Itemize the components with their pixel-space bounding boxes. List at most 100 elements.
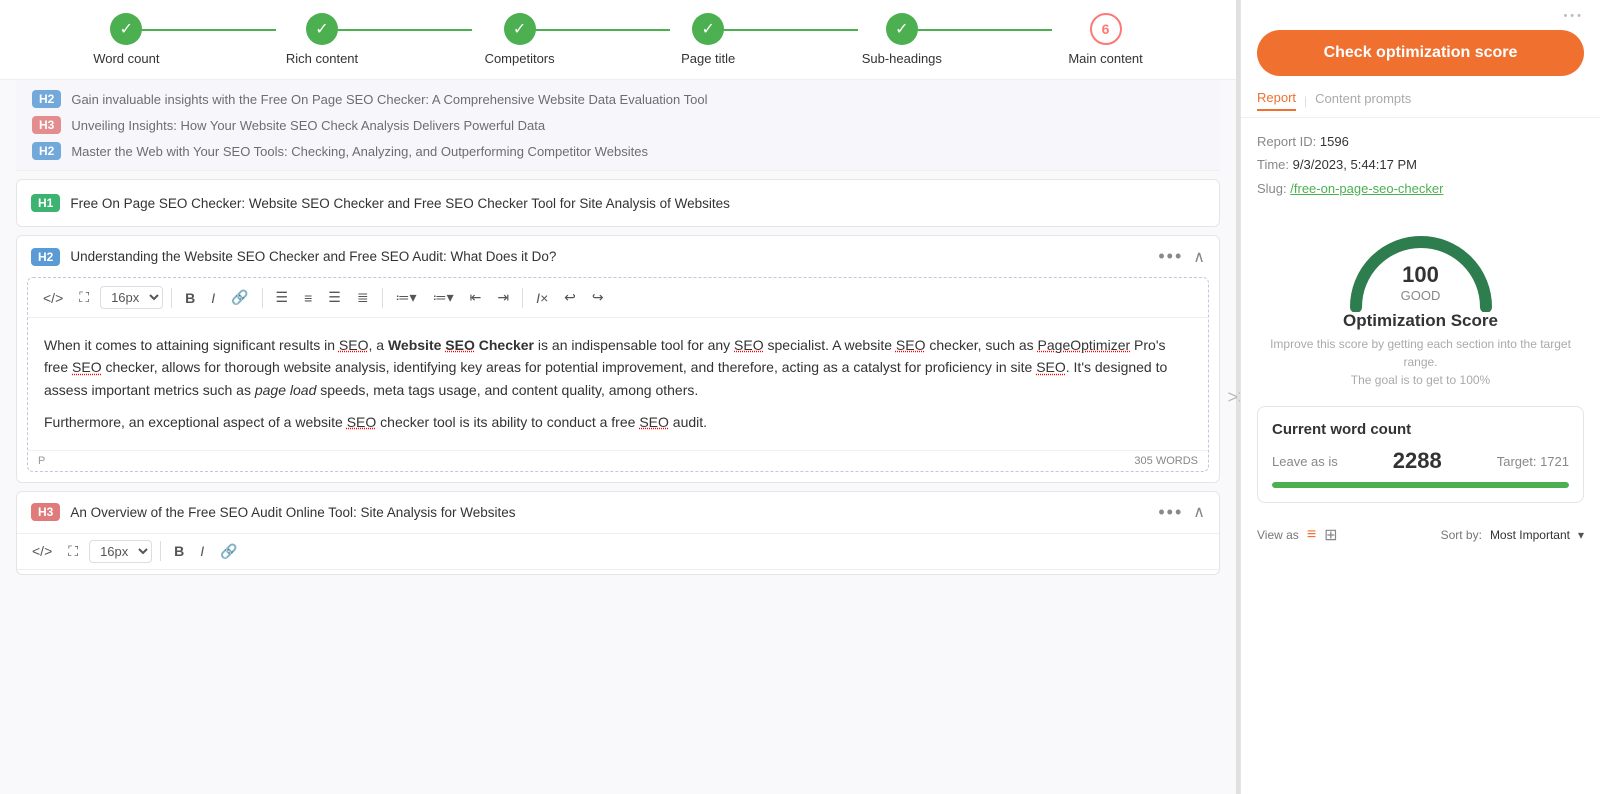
- report-slug-label: Slug:: [1257, 181, 1287, 196]
- tag-h3: H3: [32, 116, 61, 134]
- step-label-rich-content: Rich content: [286, 51, 358, 66]
- toolbar-sep-3: [382, 288, 383, 308]
- toolbar-align-right[interactable]: ☰: [323, 286, 346, 309]
- heading-item-h1: H1 Free On Page SEO Checker: Website SEO…: [16, 179, 1220, 227]
- toolbar-redo[interactable]: ↪: [587, 286, 609, 309]
- h3-dots-icon[interactable]: •••: [1158, 502, 1183, 523]
- h1-heading-text: Free On Page SEO Checker: Website SEO Ch…: [70, 196, 1205, 211]
- tag-h1: H1: [31, 194, 60, 212]
- word-count-badge: 305 WORDS: [1134, 455, 1198, 467]
- wc-bar-fill: [1272, 482, 1569, 488]
- toolbar-expand-btn[interactable]: ⛶: [74, 286, 94, 309]
- step-circle-rich-content: ✓: [306, 13, 338, 45]
- toolbar-sep-2: [262, 288, 263, 308]
- step-sub-headings[interactable]: ✓ Sub-headings: [862, 13, 942, 66]
- heading-item-h2-1: H2 Gain invaluable insights with the Fre…: [16, 80, 1220, 171]
- seo-keyword-1: SEO: [339, 337, 369, 353]
- view-sort-row: View as ≡ ⊞ Sort by: Most Important ▾: [1241, 515, 1600, 555]
- wc-current: 2288: [1393, 448, 1442, 474]
- toolbar-align-justify[interactable]: ≣: [352, 286, 374, 309]
- tag-h2-active: H2: [31, 248, 60, 266]
- toolbar-code-btn[interactable]: </>: [38, 287, 68, 309]
- toolbar2-code[interactable]: </>: [27, 540, 57, 562]
- step-competitors[interactable]: ✓ Competitors: [485, 13, 555, 66]
- paragraph-tag: P: [38, 455, 45, 467]
- toolbar-italic[interactable]: I: [206, 287, 220, 309]
- heading-item-h2-active: H2 Understanding the Website SEO Checker…: [16, 235, 1220, 483]
- step-circle-page-title: ✓: [692, 13, 724, 45]
- tab-content-prompts[interactable]: Content prompts: [1315, 91, 1411, 110]
- toolbar2-sep: [160, 541, 161, 561]
- toolbar-ordered-list[interactable]: ≔▾: [391, 286, 422, 309]
- toolbar2-expand[interactable]: ⛶: [63, 540, 83, 563]
- report-id-value: 1596: [1320, 134, 1349, 149]
- toolbar-sep-4: [522, 288, 523, 308]
- wc-bar: [1272, 482, 1569, 488]
- panel-dots[interactable]: •••: [1563, 10, 1584, 22]
- sort-label: Sort by:: [1441, 528, 1482, 542]
- tag-h3-2: H3: [31, 503, 60, 521]
- report-time-label: Time:: [1257, 157, 1289, 172]
- grid-view-icon[interactable]: ⊞: [1324, 525, 1337, 545]
- editor-wrapper: </> ⛶ 16px B I 🔗 ☰ ≡ ☰ ≣ ≔▾ ≔▾: [27, 277, 1209, 472]
- h2-active-text: Understanding the Website SEO Checker an…: [70, 249, 1148, 264]
- step-label-competitors: Competitors: [485, 51, 555, 66]
- toolbar-sep-1: [171, 288, 172, 308]
- toolbar2-link[interactable]: 🔗: [215, 540, 242, 563]
- check-optimization-btn[interactable]: Check optimization score: [1257, 30, 1584, 76]
- sort-value[interactable]: Most Important: [1490, 528, 1570, 542]
- toolbar2-bold[interactable]: B: [169, 540, 189, 562]
- gauge-quality: GOOD: [1401, 288, 1441, 303]
- content-scroll: H2 Gain invaluable insights with the Fre…: [0, 80, 1236, 794]
- opt-score-title: Optimization Score: [1343, 311, 1498, 331]
- tab-sep: |: [1304, 94, 1307, 108]
- word-count-card: Current word count Leave as is 2288 Targ…: [1257, 406, 1584, 503]
- report-time-value: 9/3/2023, 5:44:17 PM: [1293, 157, 1417, 172]
- toolbar2-fontsize[interactable]: 16px: [89, 540, 152, 563]
- step-label-page-title: Page title: [681, 51, 735, 66]
- step-rich-content[interactable]: ✓ Rich content: [286, 13, 358, 66]
- step-label-main-content: Main content: [1068, 51, 1142, 66]
- heading-text: Gain invaluable insights with the Free O…: [71, 92, 1204, 107]
- step-circle-main-content: 6: [1090, 13, 1122, 45]
- editor-footer: P 305 WORDS: [28, 450, 1208, 471]
- seo-keyword-6: SEO: [1036, 359, 1066, 375]
- toolbar-align-center[interactable]: ≡: [299, 287, 317, 309]
- step-label-sub-headings: Sub-headings: [862, 51, 942, 66]
- list-view-icon[interactable]: ≡: [1307, 526, 1316, 544]
- step-page-title[interactable]: ✓ Page title: [681, 13, 735, 66]
- seo-keyword-4: SEO: [896, 337, 926, 353]
- report-slug-value[interactable]: /free-on-page-seo-checker: [1290, 181, 1443, 196]
- toolbar-link[interactable]: 🔗: [226, 286, 253, 309]
- tab-report[interactable]: Report: [1257, 90, 1296, 111]
- toolbar2-italic[interactable]: I: [195, 540, 209, 562]
- toolbar-undo[interactable]: ↩: [559, 286, 581, 309]
- toolbar-unordered-list[interactable]: ≔▾: [428, 286, 459, 309]
- editor-toolbar-2: </> ⛶ 16px B I 🔗: [17, 533, 1219, 570]
- heading-dots-icon[interactable]: •••: [1158, 246, 1183, 267]
- seo-keyword-8: SEO: [639, 414, 669, 430]
- tag-h2: H2: [32, 90, 61, 108]
- editor-content[interactable]: When it comes to attaining significant r…: [28, 318, 1208, 450]
- gauge-score: 100: [1401, 262, 1441, 288]
- heading-expand-icon[interactable]: ∧: [1193, 247, 1205, 267]
- report-info: Report ID: 1596 Time: 9/3/2023, 5:44:17 …: [1241, 118, 1600, 212]
- toolbar-indent-in[interactable]: ⇥: [492, 286, 514, 309]
- h3-expand-icon[interactable]: ∧: [1193, 502, 1205, 522]
- toolbar-align-left[interactable]: ☰: [271, 286, 294, 309]
- toolbar-clear-format[interactable]: I×: [531, 287, 553, 309]
- pageoptimizer-link: PageOptimizer: [1038, 337, 1131, 353]
- step-circle-word-count: ✓: [110, 13, 142, 45]
- sort-chevron-icon[interactable]: ▾: [1578, 528, 1584, 542]
- toolbar-bold[interactable]: B: [180, 287, 200, 309]
- word-count-title: Current word count: [1272, 421, 1569, 438]
- gauge-container: 100 GOOD Optimization Score Improve this…: [1241, 212, 1600, 394]
- right-panel: ••• Check optimization score Report | Co…: [1240, 0, 1600, 794]
- toolbar-indent-out[interactable]: ⇤: [465, 286, 487, 309]
- report-id-label: Report ID:: [1257, 134, 1316, 149]
- heading-text-h3: Unveiling Insights: How Your Website SEO…: [71, 118, 1204, 133]
- step-main-content[interactable]: 6 Main content: [1068, 13, 1142, 66]
- toolbar-font-size[interactable]: 16px: [100, 286, 163, 309]
- step-word-count[interactable]: ✓ Word count: [93, 13, 159, 66]
- heading-text-h2-2: Master the Web with Your SEO Tools: Chec…: [71, 144, 1204, 159]
